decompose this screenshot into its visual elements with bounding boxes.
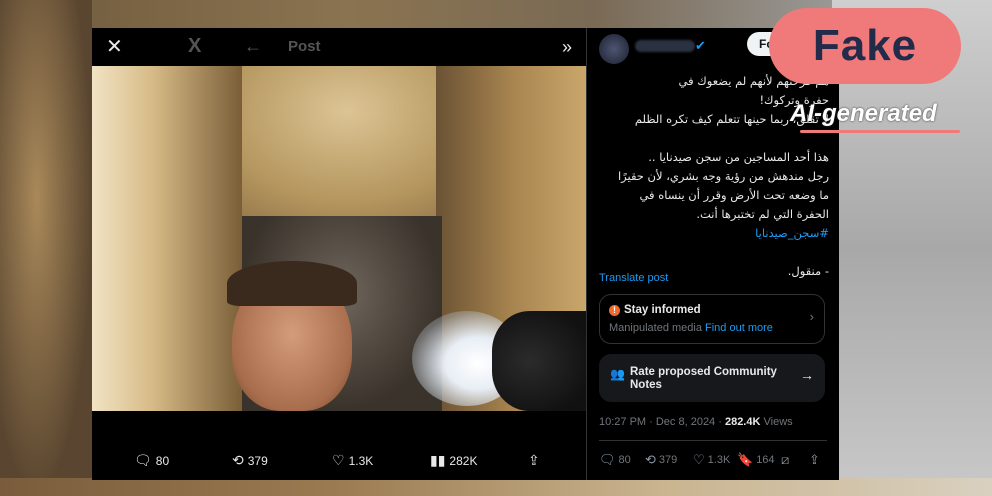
panel-actions: 🗨 80 ⟲ 379 ♡ 1.3K 🔖 164 ⧄ ⇪ bbox=[599, 452, 827, 472]
post-views-label: Views bbox=[760, 416, 793, 428]
panel-like-button[interactable]: ♡ 1.3K bbox=[693, 452, 730, 468]
community-notes-card[interactable]: 👥 Rate proposed Community Notes → bbox=[599, 354, 825, 402]
like-button[interactable]: ♡ 1.3K bbox=[332, 452, 373, 469]
stay-informed-card[interactable]: ! Stay informed Manipulated media Find o… bbox=[599, 294, 825, 344]
background-bottom bbox=[0, 478, 992, 496]
image-left-wall bbox=[92, 66, 242, 411]
repost-icon: ⟲ bbox=[232, 452, 244, 468]
find-out-more-link[interactable]: Find out more bbox=[705, 322, 773, 334]
fake-label: Fake bbox=[812, 21, 918, 70]
post-line: رجل مندهش من رؤية وجه بشري، لأن حقيرًا bbox=[617, 169, 829, 183]
repost-count: 379 bbox=[247, 453, 268, 468]
arrow-right-icon: → bbox=[800, 367, 814, 383]
bookmark-icon: 🔖 bbox=[737, 452, 754, 467]
panel-repost-count: 379 bbox=[658, 454, 678, 466]
media-actions: 🗨 80 ⟲ 379 ♡ 1.3K ▮▮ 282K ⇪ bbox=[92, 448, 586, 474]
stay-informed-title: Stay informed bbox=[624, 304, 701, 316]
background-left bbox=[0, 0, 92, 496]
stay-informed-subtitle: Manipulated media Find out more bbox=[609, 322, 773, 334]
ai-generated-underline bbox=[800, 130, 960, 133]
post-line: الحفرة التي لم تختبرها أنت. bbox=[696, 207, 829, 221]
heart-icon: ♡ bbox=[332, 452, 345, 468]
arrow-left-icon[interactable]: ← bbox=[244, 37, 262, 55]
panel-reply-button[interactable]: 🗨 80 bbox=[599, 452, 631, 468]
people-icon: 👥 bbox=[610, 367, 625, 381]
chevron-right-icon: › bbox=[809, 309, 814, 324]
hashtag-link[interactable]: #سجن_صيدنايا bbox=[597, 224, 829, 243]
views-count: 282K bbox=[449, 453, 478, 468]
reply-icon: 🗨 bbox=[134, 452, 152, 468]
views-button[interactable]: ▮▮ 282K bbox=[430, 452, 477, 469]
panel-share-button[interactable]: ⇪ bbox=[809, 452, 820, 468]
image-flashlight bbox=[492, 311, 586, 411]
post-panel: ✔ Fo هم فرحتهم لأنهم لم يضعوك في حفرة وت… bbox=[586, 28, 839, 480]
fake-badge: Fake bbox=[769, 8, 961, 84]
panel-bookmark-count: 164 bbox=[756, 454, 775, 466]
chevron-double-right-icon[interactable]: » bbox=[562, 38, 572, 56]
post-timestamp[interactable]: 10:27 PM · Dec 8, 2024 · bbox=[599, 416, 725, 428]
author-name-blurred[interactable] bbox=[635, 40, 695, 52]
avatar[interactable] bbox=[599, 34, 629, 64]
manipulated-media-label: Manipulated media bbox=[609, 322, 702, 334]
heart-icon: ♡ bbox=[693, 452, 705, 467]
reply-button[interactable]: 🗨 80 bbox=[134, 452, 169, 469]
post-image[interactable] bbox=[92, 66, 586, 411]
like-count: 1.3K bbox=[348, 453, 374, 468]
post-line: هذا أحد المساجين من سجن صيدنايا .. bbox=[648, 150, 829, 164]
grok-icon: ⧄ bbox=[781, 452, 790, 467]
divider bbox=[599, 440, 827, 441]
reply-count: 80 bbox=[155, 453, 170, 468]
share-icon: ⇪ bbox=[809, 452, 820, 467]
panel-repost-button[interactable]: ⟲ 379 bbox=[645, 452, 677, 468]
repost-button[interactable]: ⟲ 379 bbox=[232, 452, 268, 469]
post-line: ما وضعه تحت الأرض وقرر أن ينساه في bbox=[639, 188, 829, 202]
repost-icon: ⟲ bbox=[645, 452, 656, 467]
post-meta: 10:27 PM · Dec 8, 2024 · 282.4K Views bbox=[599, 416, 793, 428]
panel-reply-count: 80 bbox=[618, 454, 631, 466]
panel-grok-button[interactable]: ⧄ bbox=[781, 452, 789, 468]
post-title: Post bbox=[288, 38, 321, 55]
post-modal: ✕ X ← Post » 🗨 80 ⟲ 379 ♡ 1.3K ▮▮ 282K ⇪… bbox=[92, 28, 839, 480]
reply-icon: 🗨 bbox=[599, 452, 616, 467]
media-topbar: ✕ X ← Post » bbox=[92, 28, 586, 66]
image-hair bbox=[227, 261, 357, 306]
bar-chart-icon: ▮▮ bbox=[430, 452, 446, 468]
share-icon: ⇪ bbox=[528, 452, 540, 468]
post-views-count: 282.4K bbox=[724, 416, 761, 428]
panel-bookmark-button[interactable]: 🔖 164 bbox=[737, 452, 775, 468]
share-button[interactable]: ⇪ bbox=[528, 452, 540, 469]
ai-generated-label: AI-generated bbox=[790, 100, 937, 127]
verified-icon: ✔ bbox=[695, 38, 706, 53]
close-icon[interactable]: ✕ bbox=[106, 37, 123, 57]
panel-like-count: 1.3K bbox=[707, 454, 731, 466]
community-notes-title: Rate proposed Community Notes bbox=[630, 366, 777, 391]
x-logo-icon[interactable]: X bbox=[188, 36, 201, 56]
media-viewer: ✕ X ← Post » 🗨 80 ⟲ 379 ♡ 1.3K ▮▮ 282K ⇪ bbox=[92, 28, 586, 480]
translate-post-link[interactable]: Translate post bbox=[599, 272, 668, 284]
warning-icon: ! bbox=[609, 305, 620, 316]
